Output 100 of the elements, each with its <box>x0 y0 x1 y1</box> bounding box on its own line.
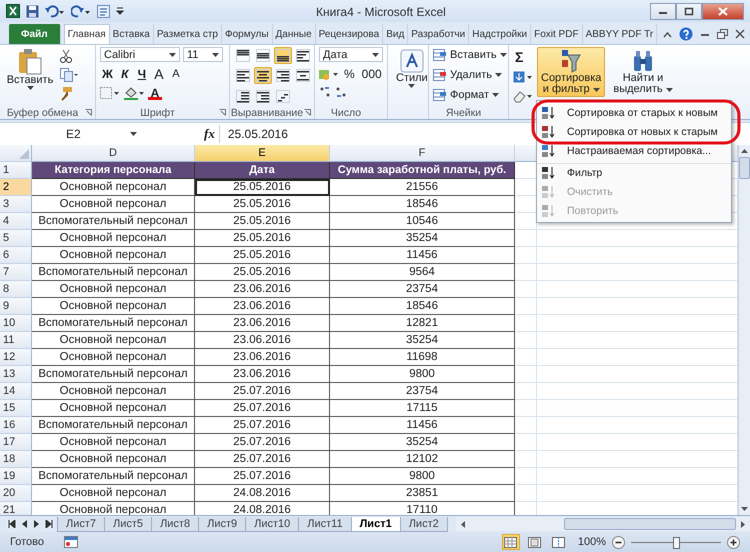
row-header[interactable]: 9 <box>0 298 32 315</box>
table-cell: 9800 <box>330 468 515 485</box>
row-header[interactable]: 3 <box>0 196 32 213</box>
table-cell: 25.05.2016 <box>195 230 330 247</box>
table-cell: 35254 <box>330 230 515 247</box>
row-header[interactable]: 11 <box>0 332 32 349</box>
cells-button[interactable]: Удалить <box>433 67 502 83</box>
table-cell: Вспомогательный персонал <box>32 315 195 332</box>
sheet-tab[interactable]: Лист8 <box>151 516 200 532</box>
row-header[interactable]: 21 <box>0 502 32 515</box>
insert-function-button[interactable]: fx <box>204 126 215 142</box>
table-cell: 23.06.2016 <box>195 349 330 366</box>
bold-button[interactable]: Ж <box>100 66 115 82</box>
font-color-button[interactable]: A <box>148 86 162 100</box>
table-cell: 25.05.2016 <box>195 196 330 213</box>
number-format-field[interactable]: Дата <box>319 47 383 62</box>
row-header[interactable]: 17 <box>0 434 32 451</box>
row-header[interactable]: 16 <box>0 417 32 434</box>
row-header[interactable]: 20 <box>0 485 32 502</box>
row-header[interactable]: 10 <box>0 315 32 332</box>
ribbon-tab[interactable]: Главная <box>64 24 110 44</box>
table-cell: 11456 <box>330 247 515 264</box>
row-header[interactable]: 1 <box>0 162 32 179</box>
underline-button[interactable]: Ч <box>134 66 149 82</box>
table-cell: 23754 <box>330 383 515 400</box>
column-header[interactable]: F <box>330 145 515 162</box>
table-cell: Основной персонал <box>32 349 195 366</box>
row-header[interactable]: 6 <box>0 247 32 264</box>
zoom-level[interactable]: 100% <box>578 536 606 548</box>
find-select-button[interactable]: Найти и выделить <box>609 47 677 97</box>
menu-item[interactable]: Сортировка от новых к старым <box>537 122 731 141</box>
cells-button[interactable]: Вставить <box>433 47 507 63</box>
group-label: Выравнивание <box>230 106 304 118</box>
sheet-tab[interactable]: Лист11 <box>298 516 352 532</box>
table-cell: Вспомогательный персонал <box>32 366 195 383</box>
italic-button[interactable]: К <box>118 66 132 82</box>
table-cell: 21556 <box>330 179 515 196</box>
row-header[interactable]: 19 <box>0 468 32 485</box>
table-cell: 25.07.2016 <box>195 451 330 468</box>
table-cell: Вспомогательный персонал <box>32 264 195 281</box>
table-cell: Основной персонал <box>32 281 195 298</box>
table-cell: 25.05.2016 <box>195 213 330 230</box>
row-header[interactable]: 12 <box>0 349 32 366</box>
cells-button[interactable]: Формат <box>433 87 500 103</box>
ribbon-tab[interactable]: Файл <box>9 24 61 44</box>
row-header[interactable]: 15 <box>0 400 32 417</box>
table-cell: 23.06.2016 <box>195 332 330 349</box>
table-cell: 23.06.2016 <box>195 366 330 383</box>
sheet-tab[interactable]: Лист7 <box>57 516 106 532</box>
shrink-font-button[interactable]: A <box>168 66 183 82</box>
row-header[interactable]: 13 <box>0 366 32 383</box>
table-cell: 12821 <box>330 315 515 332</box>
group-label: Буфер обмена <box>6 106 78 118</box>
thousands-button[interactable]: 000 <box>360 66 384 82</box>
table-cell: 25.07.2016 <box>195 400 330 417</box>
column-header[interactable]: E <box>195 145 330 162</box>
table-cell: Основной персонал <box>32 230 195 247</box>
row-header[interactable]: 18 <box>0 451 32 468</box>
sheet-tab[interactable]: Лист5 <box>104 516 152 532</box>
table-cell: 9800 <box>330 366 515 383</box>
grow-font-button[interactable]: A <box>152 66 166 82</box>
table-cell: 23.06.2016 <box>195 298 330 315</box>
header-cell: Дата <box>195 162 330 179</box>
table-cell: Вспомогательный персонал <box>32 468 195 485</box>
name-box[interactable]: E2 <box>6 126 141 142</box>
table-cell: 23754 <box>330 281 515 298</box>
sheet-tab[interactable]: Лист10 <box>245 516 300 532</box>
row-header[interactable]: 8 <box>0 281 32 298</box>
table-cell: 25.07.2016 <box>195 434 330 451</box>
percent-button[interactable]: % <box>342 66 357 82</box>
row-header[interactable]: 14 <box>0 383 32 400</box>
row-header[interactable]: 5 <box>0 230 32 247</box>
sort-filter-button[interactable]: Сортировка и фильтр <box>537 47 606 97</box>
row-header[interactable]: 7 <box>0 264 32 281</box>
table-cell: 24.08.2016 <box>195 485 330 502</box>
column-header[interactable]: D <box>32 145 195 162</box>
group-label: Шрифт <box>140 106 175 118</box>
menu-item[interactable]: Фильтр <box>537 163 731 182</box>
styles-button[interactable]: Стили <box>392 47 432 90</box>
table-cell: 25.07.2016 <box>195 468 330 485</box>
autosum-button[interactable]: Σ <box>513 49 533 65</box>
table-cell: Основной персонал <box>32 298 195 315</box>
menu-item[interactable]: Сортировка от старых к новым <box>537 103 731 122</box>
sheet-tab[interactable]: Лист9 <box>198 516 246 532</box>
table-cell: 25.05.2016 <box>195 179 330 196</box>
table-cell: 25.05.2016 <box>195 247 330 264</box>
menu-item[interactable]: Настраиваемая сортировка... <box>537 141 731 160</box>
font-size-field[interactable]: 11 <box>183 47 223 62</box>
table-cell: Вспомогательный персонал <box>32 213 195 230</box>
group-label: Число <box>330 106 362 118</box>
table-cell: 23851 <box>330 485 515 502</box>
font-name-field[interactable]: Calibri <box>100 47 180 62</box>
row-header[interactable]: 2 <box>0 179 32 196</box>
sheet-tab[interactable]: Лист2 <box>400 516 448 532</box>
window-title: Книга4 - Microsoft Excel <box>316 5 446 19</box>
table-cell: 35254 <box>330 332 515 349</box>
status-text: Готово <box>10 536 44 548</box>
paste-button[interactable]: Вставить <box>4 47 56 92</box>
sheet-tab[interactable]: Лист1 <box>350 516 401 532</box>
row-header[interactable]: 4 <box>0 213 32 230</box>
